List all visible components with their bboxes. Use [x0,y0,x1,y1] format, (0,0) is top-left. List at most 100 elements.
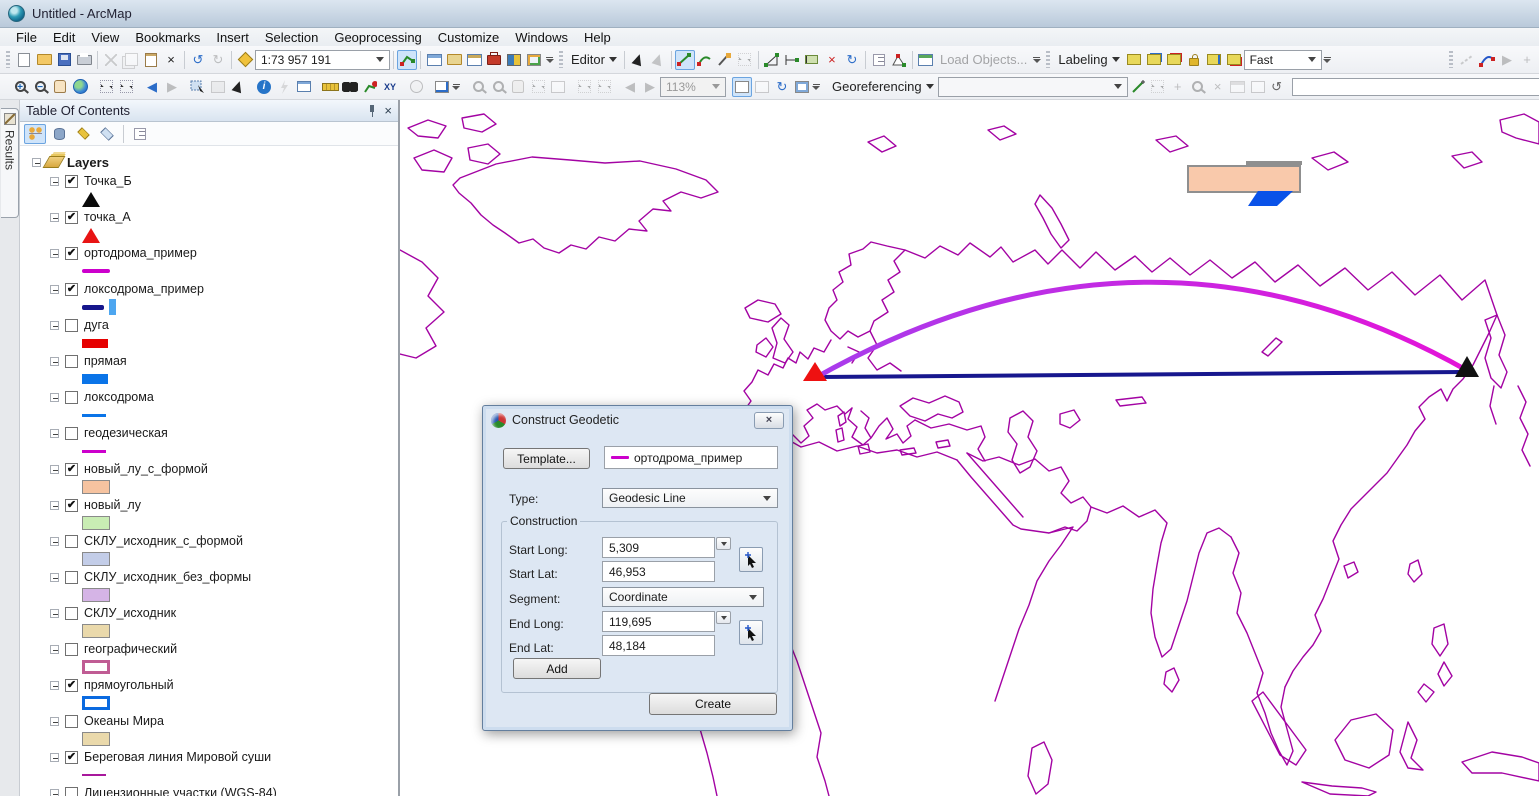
sketch-properties-button[interactable] [889,50,909,70]
layer-name[interactable]: геодезическая [84,426,168,440]
layer-item[interactable]: дуга [20,316,398,352]
toolbar-grip[interactable] [6,51,10,68]
menu-item[interactable]: Selection [257,29,326,46]
list-by-visibility-button[interactable] [72,124,94,144]
collapse-icon[interactable] [50,465,59,474]
layer-symbol[interactable] [82,516,110,530]
layer-name[interactable]: Океаны Мира [84,714,164,728]
collapse-icon[interactable] [50,321,59,330]
toolbar-grip[interactable] [1449,51,1453,68]
attributes-button[interactable] [869,50,889,70]
collapse-icon[interactable] [50,501,59,510]
toolbar-overflow-button[interactable] [452,77,460,97]
layer-name[interactable]: СКЛУ_исходник_без_формы [84,570,251,584]
label-engine-combo[interactable]: Fast [1244,50,1322,70]
end-point-picker-button[interactable] [739,620,763,645]
data-view-button[interactable] [732,77,752,97]
collapse-icon[interactable] [50,681,59,690]
layer-visibility-checkbox[interactable]: ✔ [65,175,78,188]
python-window-button[interactable] [504,50,524,70]
fixed-zoom-out-button[interactable] [116,77,136,97]
collapse-icon[interactable] [50,249,59,258]
toolbar-overflow-button[interactable] [1031,50,1042,70]
zoom-out-button[interactable]: − [30,77,50,97]
collapse-icon[interactable] [50,645,59,654]
layer-visibility-checkbox[interactable]: ✔ [65,751,78,764]
layer-symbol[interactable] [82,660,110,674]
close-icon[interactable]: × [384,104,392,117]
end-long-dropdown-button[interactable] [716,611,731,624]
select-elements-button[interactable] [228,77,248,97]
menu-item[interactable]: Customize [430,29,507,46]
fixed-zoom-in-button[interactable] [96,77,116,97]
layer-symbol[interactable] [82,732,110,746]
georeferencing-text-input[interactable] [1292,78,1539,96]
html-popup-button[interactable] [294,77,314,97]
layer-item[interactable]: СКЛУ_исходник_без_формы [20,568,398,604]
layer-name[interactable]: прямоугольный [84,678,174,692]
print-button[interactable] [74,50,94,70]
back-extent-button[interactable]: ◀ [142,77,162,97]
layer-name[interactable]: СКЛУ_исходник [84,606,176,620]
layers-group-row[interactable]: Layers [20,152,398,172]
layer-symbol[interactable] [82,228,100,243]
toolbar-overflow-button[interactable] [1322,50,1333,70]
layer-item[interactable]: ✔ новый_лу_с_формой [20,460,398,496]
template-button[interactable]: Template... [503,448,590,469]
layer-name[interactable]: дуга [84,318,109,332]
undo-button[interactable]: ↺ [188,50,208,70]
layer-item[interactable]: прямая [20,352,398,388]
start-lat-input[interactable]: 46,953 [602,561,715,582]
blue-polygon-feature[interactable] [1248,191,1293,206]
layer-name[interactable]: Береговая линия Мировой суши [84,750,271,764]
menu-item[interactable]: Geoprocessing [326,29,429,46]
create-button[interactable]: Create [649,693,777,715]
search-window-button[interactable] [464,50,484,70]
layer-symbol[interactable] [82,339,108,348]
toc-options-button[interactable] [129,124,151,144]
layer-symbol[interactable] [82,269,110,273]
rectangle-feature[interactable] [1188,166,1300,192]
menu-item[interactable]: Windows [507,29,576,46]
layer-item[interactable]: ✔ ортодрома_пример [20,244,398,280]
layer-item[interactable]: ✔ локсодрома_пример [20,280,398,316]
layer-item[interactable]: ✔ точка_А [20,208,398,244]
collapse-icon[interactable] [50,753,59,762]
layer-symbol[interactable] [82,624,110,638]
menu-item[interactable]: Bookmarks [127,29,208,46]
layer-name[interactable]: ортодрома_пример [84,246,197,260]
menu-item[interactable]: Help [576,29,619,46]
layer-symbol[interactable] [82,414,106,417]
table-of-contents-button[interactable] [424,50,444,70]
pan-button[interactable] [50,77,70,97]
pin-icon[interactable] [368,105,376,117]
template-display[interactable]: ортодрома_пример [604,446,778,469]
create-features-button[interactable] [916,50,936,70]
labeling-menu-button[interactable]: Labeling [1054,52,1123,67]
toolbar-grip[interactable] [559,51,563,68]
editor-menu-button[interactable]: Editor [567,52,621,67]
georeferencing-menu-button[interactable]: Georeferencing [828,79,938,94]
layer-item[interactable]: ✔ прямоугольный [20,676,398,712]
collapse-icon[interactable] [50,177,59,186]
layer-name[interactable]: Точка_Б [84,174,132,188]
layer-name[interactable]: новый_лу_с_формой [84,462,208,476]
layer-visibility-checkbox[interactable] [65,427,78,440]
lock-labels-button[interactable] [1184,50,1204,70]
layer-visibility-checkbox[interactable] [65,535,78,548]
collapse-icon[interactable] [50,789,59,796]
layer-symbol[interactable] [82,450,106,453]
add-button[interactable]: Add [513,658,601,679]
layer-symbol[interactable] [82,192,100,207]
collapse-icon[interactable] [50,213,59,222]
split-tool-button[interactable] [802,50,822,70]
geodesic-arc[interactable] [815,282,1468,378]
layer-visibility-checkbox[interactable] [65,787,78,796]
layer-name[interactable]: СКЛУ_исходник_с_формой [84,534,243,548]
segment-combo[interactable]: Coordinate [602,587,764,607]
start-long-input[interactable]: 5,309 [602,537,715,558]
layer-visibility-checkbox[interactable]: ✔ [65,283,78,296]
viewer-window-button[interactable] [432,77,452,97]
line-intersection-button[interactable]: × [822,50,842,70]
go-to-xy-button[interactable]: XY [380,77,400,97]
